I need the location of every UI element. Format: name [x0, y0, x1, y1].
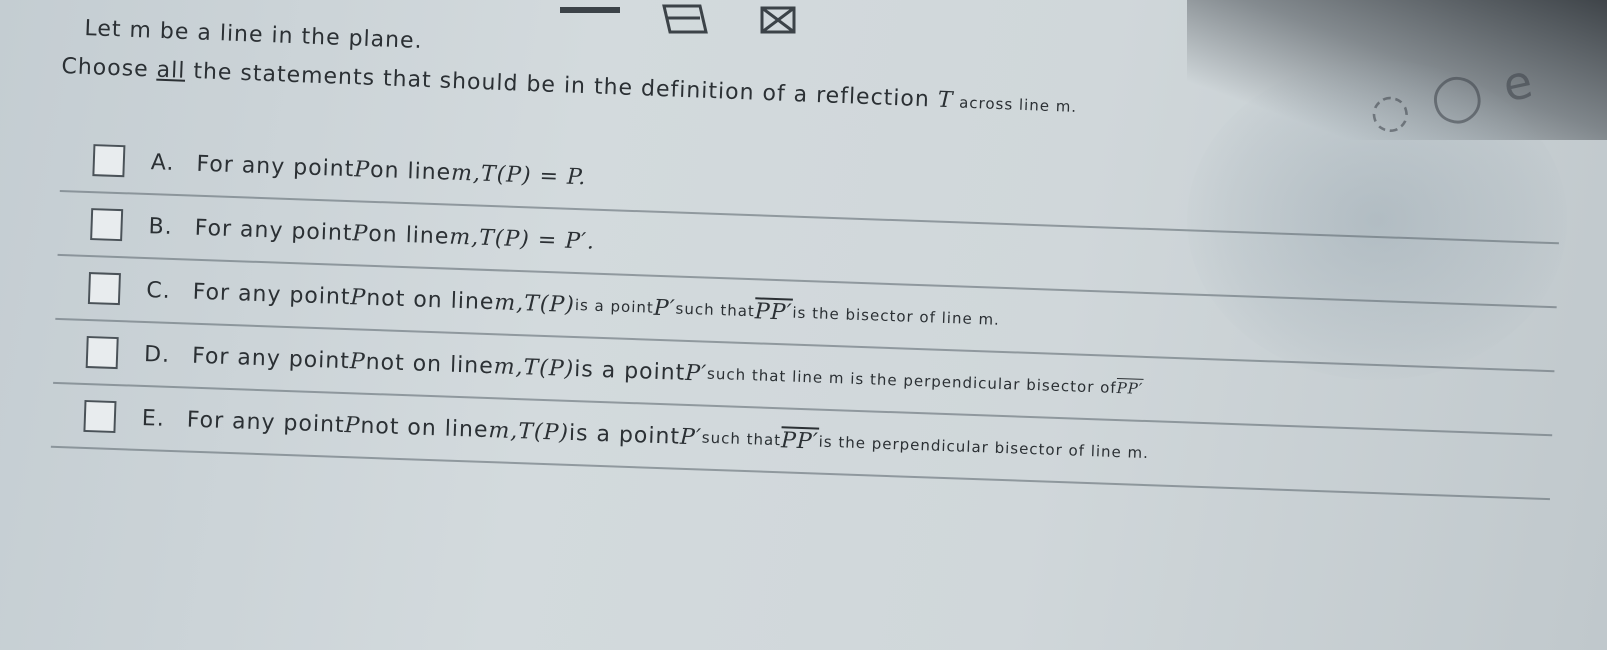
option-text: For any point	[192, 279, 351, 310]
option-text: is a point	[568, 420, 681, 450]
option-text: on line	[369, 157, 452, 186]
option-formula: T(P)	[517, 418, 570, 446]
option-text: is the perpendicular bisector of line m.	[818, 432, 1150, 463]
prompt-text-start: Choose	[61, 54, 158, 83]
option-formula: T(P) = P.	[480, 161, 587, 190]
option-math-P: P	[349, 348, 367, 375]
option-b-checkbox[interactable]	[90, 208, 124, 242]
option-text: not on line	[365, 285, 495, 315]
option-a-checkbox[interactable]	[92, 144, 126, 178]
option-text: For any point	[191, 343, 351, 374]
option-segment: PP′	[1116, 378, 1144, 398]
option-text: is a point	[574, 296, 655, 317]
toolbar-icons	[560, 0, 860, 40]
prompt-emphasis: all	[156, 57, 186, 84]
option-letter: E.	[141, 405, 166, 432]
option-math-m: m,	[488, 417, 519, 444]
prompt-reflection-symbol: T	[937, 87, 954, 114]
answer-options: A. For any point P on line m, T(P) = P. …	[50, 128, 1562, 501]
question-prompt: Choose all the statements that should be…	[61, 54, 1078, 118]
option-text: not on line	[360, 413, 489, 443]
prompt-text-middle: the statements that should be in the def…	[184, 58, 939, 113]
option-d-checkbox[interactable]	[85, 335, 119, 370]
option-formula: T(P) = P′.	[478, 225, 596, 255]
option-math-Pprime: P′	[653, 295, 677, 322]
option-math-P: P	[350, 284, 367, 311]
minimize-icon[interactable]	[560, 2, 620, 21]
option-math-Pprime: P′	[679, 424, 703, 451]
option-letter: A.	[150, 149, 175, 176]
option-text: For any point	[196, 151, 355, 182]
prompt-text-end: across line m.	[953, 93, 1078, 117]
option-letter: D.	[143, 341, 171, 368]
option-text: such that	[675, 299, 756, 321]
option-text: is a point	[573, 356, 686, 386]
option-letter: C.	[145, 277, 172, 304]
option-formula: T(P)	[523, 290, 576, 318]
option-text: For any point	[194, 215, 353, 246]
option-math-m: m,	[448, 224, 480, 251]
option-text: is the bisector of line m.	[792, 303, 1001, 329]
option-math-m: m,	[450, 160, 482, 187]
option-text: such that	[701, 428, 782, 450]
option-math-P: P	[344, 412, 361, 439]
pencil-icon[interactable]	[660, 2, 710, 40]
option-c-checkbox[interactable]	[87, 272, 121, 306]
corner-decoration: ◌ ◯ e	[1364, 53, 1541, 141]
option-letter: B.	[148, 213, 174, 240]
option-segment: PP′	[754, 298, 793, 326]
option-math-P: P	[353, 156, 371, 183]
option-text: such that line m is the perpendicular bi…	[706, 364, 1117, 397]
close-x-icon[interactable]	[760, 2, 800, 40]
option-math-Pprime: P′	[684, 360, 708, 387]
option-text: on line	[367, 221, 450, 250]
option-e-checkbox[interactable]	[83, 399, 117, 434]
question-intro: Let m be a line in the plane.	[84, 16, 424, 54]
option-formula: T(P)	[523, 354, 575, 382]
option-text: For any point	[186, 407, 346, 438]
option-segment: PP′	[780, 427, 820, 455]
option-math-P: P	[352, 220, 369, 247]
option-math-m: m,	[493, 353, 525, 380]
option-text: not on line	[365, 349, 495, 379]
option-math-m: m,	[493, 289, 525, 316]
